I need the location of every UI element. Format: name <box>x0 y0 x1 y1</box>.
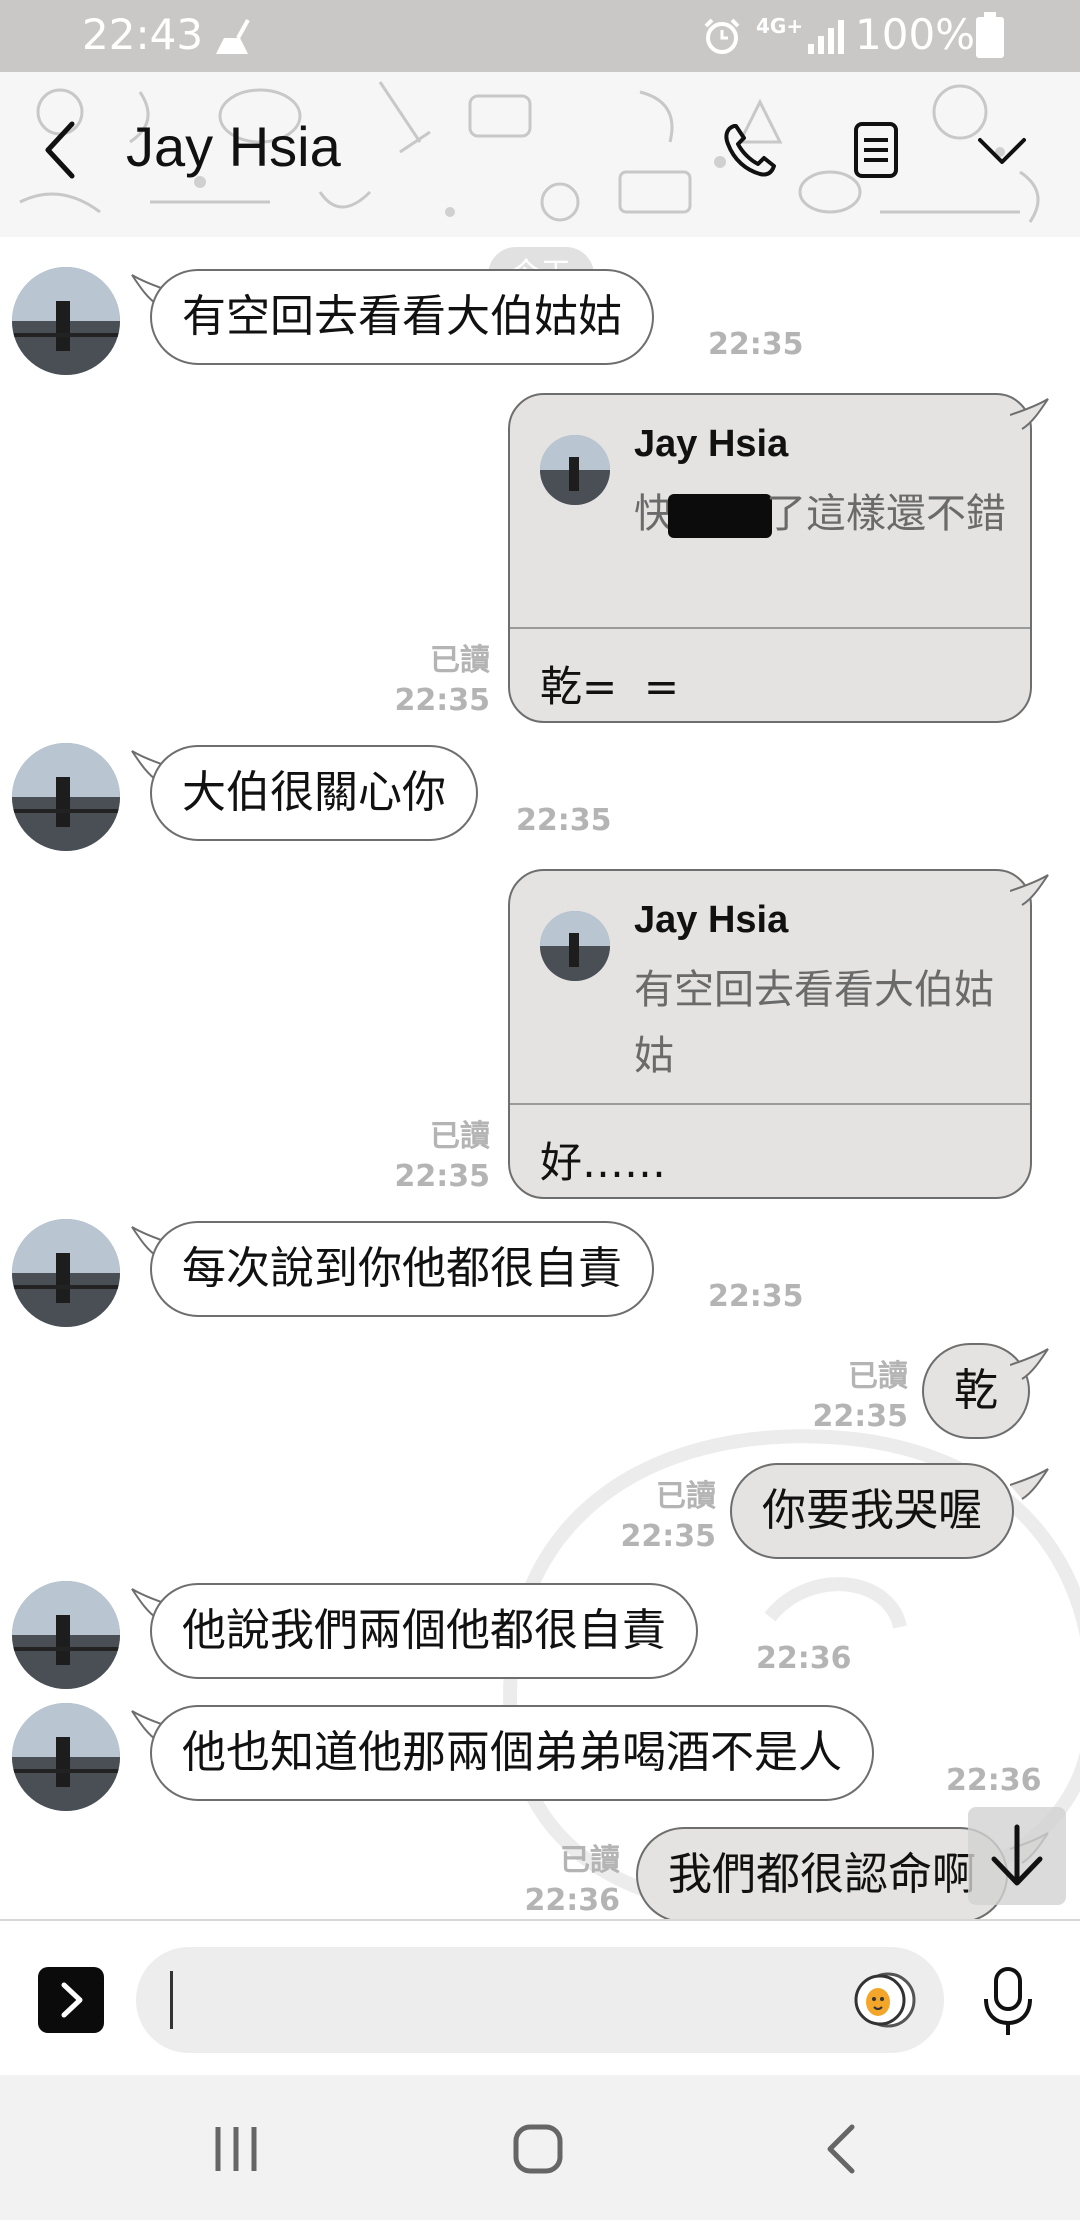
battery-icon <box>976 12 1004 58</box>
network-label: 4G+ <box>756 14 804 38</box>
recent-apps-icon[interactable] <box>206 2119 266 2179</box>
incoming-message[interactable]: 有空回去看看大伯姑姑 <box>150 269 654 365</box>
broom-icon <box>216 19 250 54</box>
read-receipt: 已讀 <box>848 1359 908 1394</box>
quoted-text: 快了這樣還不錯 <box>634 481 1014 547</box>
message-time: 22:36 <box>524 1883 621 1918</box>
chat-title[interactable]: Jay Hsia <box>126 114 341 179</box>
outgoing-message[interactable]: 你要我哭喔 <box>730 1463 1014 1559</box>
incoming-message[interactable]: 他也知道他那兩個弟弟喝酒不是人 <box>150 1705 874 1801</box>
bubble-tail <box>1010 874 1049 906</box>
text-caret <box>170 1971 173 2029</box>
status-time: 22:43 <box>82 10 204 59</box>
back-icon[interactable] <box>812 2119 872 2179</box>
sticker-emoji-icon[interactable] <box>852 1969 916 2031</box>
system-navigation-bar <box>0 2075 1080 2220</box>
message-time: 22:35 <box>708 1279 804 1314</box>
quoted-avatar <box>540 911 610 981</box>
quoted-avatar <box>540 435 610 505</box>
contact-avatar[interactable] <box>12 1703 120 1811</box>
quoted-sender-name: Jay Hsia <box>634 899 789 941</box>
reply-message[interactable]: Jay Hsia 有空回去看看大伯姑姑 好…… <box>508 869 1032 1199</box>
message-input-bar <box>0 1919 1080 2075</box>
reply-text: 好…… <box>540 1138 667 1187</box>
message-meta: 已讀 22:35 <box>370 1117 491 1197</box>
incoming-message[interactable]: 他說我們兩個他都很自責 <box>150 1583 698 1679</box>
message-time: 22:36 <box>946 1763 1042 1798</box>
incoming-message[interactable]: 每次說到你他都很自責 <box>150 1221 654 1317</box>
reply-message[interactable]: Jay Hsia 快了這樣還不錯 乾= = <box>508 393 1032 723</box>
read-receipt: 已讀 <box>430 643 490 678</box>
reply-divider <box>510 1103 1030 1105</box>
censor-redaction <box>668 494 772 538</box>
message-time: 22:35 <box>812 1399 909 1434</box>
message-input[interactable] <box>136 1947 944 2053</box>
bubble-tail <box>1010 1348 1049 1380</box>
quoted-text-after: 了這樣還不錯 <box>766 491 1006 537</box>
signal-icon <box>808 20 844 54</box>
chat-header: Jay Hsia <box>0 72 1080 237</box>
phone-icon[interactable] <box>720 120 780 180</box>
message-time: 22:35 <box>394 683 491 718</box>
back-chevron-icon[interactable] <box>38 118 82 182</box>
quoted-text: 有空回去看看大伯姑姑 <box>634 967 994 1079</box>
message-time: 22:35 <box>516 803 612 838</box>
read-receipt: 已讀 <box>656 1479 716 1514</box>
contact-avatar[interactable] <box>12 1219 120 1327</box>
quoted-message[interactable]: Jay Hsia 有空回去看看大伯姑姑 <box>510 871 1030 1103</box>
message-time: 22:36 <box>756 1641 852 1676</box>
arrow-down-icon <box>991 1824 1043 1886</box>
reply-divider <box>510 627 1030 629</box>
outgoing-message[interactable]: 我們都很認命啊 <box>636 1827 1008 1919</box>
message-meta: 已讀 22:35 <box>596 1477 717 1557</box>
battery-percent: 100% <box>855 10 976 59</box>
message-time: 22:35 <box>708 327 804 362</box>
expand-menu-button[interactable] <box>38 1967 104 2033</box>
status-bar: 22:43 4G+ 100% <box>0 0 1080 72</box>
quoted-sender-name: Jay Hsia <box>634 423 789 465</box>
message-meta: 已讀 22:35 <box>788 1357 909 1437</box>
chevron-right-icon <box>61 1982 83 2018</box>
message-time: 22:35 <box>620 1519 717 1554</box>
microphone-icon[interactable] <box>978 1965 1038 2037</box>
contact-avatar[interactable] <box>12 267 120 375</box>
alarm-icon <box>704 18 740 54</box>
bubble-tail <box>1010 398 1049 430</box>
read-receipt: 已讀 <box>430 1119 490 1154</box>
contact-avatar[interactable] <box>12 743 120 851</box>
quoted-message[interactable]: Jay Hsia 快了這樣還不錯 <box>510 395 1030 627</box>
notes-icon[interactable] <box>846 120 906 180</box>
scroll-to-bottom-button[interactable] <box>968 1807 1066 1905</box>
contact-avatar[interactable] <box>12 1581 120 1689</box>
reply-text: 乾= = <box>540 662 680 711</box>
chevron-down-icon[interactable] <box>972 120 1032 180</box>
message-meta: 已讀 22:36 <box>500 1841 621 1919</box>
chat-message-list[interactable]: 今天 有空回去看看大伯姑姑 22:35 已讀 22:35 Jay Hsia 快了… <box>0 237 1080 1919</box>
message-time: 22:35 <box>394 1159 491 1194</box>
bubble-tail <box>1010 1468 1049 1500</box>
read-receipt: 已讀 <box>560 1843 620 1878</box>
home-icon[interactable] <box>508 2119 568 2179</box>
incoming-message[interactable]: 大伯很關心你 <box>150 745 478 841</box>
message-meta: 已讀 22:35 <box>370 641 491 721</box>
